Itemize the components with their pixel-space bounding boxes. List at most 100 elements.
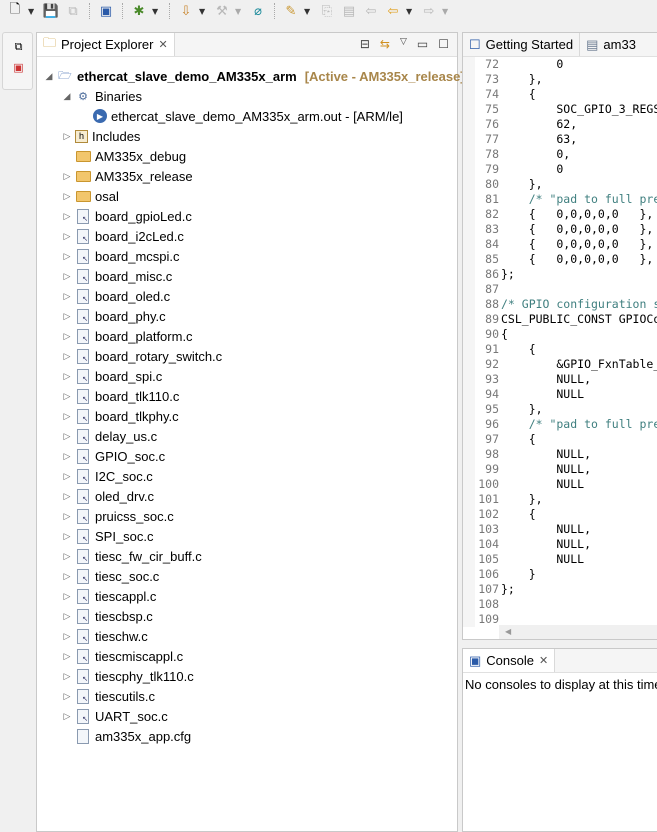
tree-item[interactable]: ▷ ↖ board_tlkphy.c	[61, 406, 179, 426]
collapsed-arrow-icon[interactable]: ▷	[61, 231, 73, 242]
run-icon[interactable]: ✎	[282, 2, 300, 20]
forward-icon[interactable]: ⇨	[420, 2, 438, 20]
close-icon[interactable]: ✕	[539, 654, 548, 667]
build-icon[interactable]: ⚒	[213, 2, 231, 20]
view-menu-icon[interactable]: ▽	[400, 37, 407, 51]
code-editor[interactable]: 72 0 73 }, 74 {75 SOC_GPIO_3_REGS_ 76 62, 77…	[463, 57, 657, 627]
tree-item[interactable]: ▷ ↖ board_gpioLed.c	[61, 206, 192, 226]
tree-item[interactable]: ◢ 🗁 ethercat_slave_demo_AM335x_arm [Active …	[43, 66, 465, 86]
tree-item[interactable]: ▶ ethercat_slave_demo_AM335x_arm.out - [A…	[79, 106, 403, 126]
tree-item[interactable]: ▷ h Includes	[61, 126, 141, 146]
save-icon[interactable]: 💾	[42, 2, 60, 20]
tab-project-explorer[interactable]: 🗀 Project Explorer ✕	[37, 33, 175, 56]
forward-dropdown[interactable]: ▼	[442, 7, 452, 16]
tree-item[interactable]: ▷ ↖ delay_us.c	[61, 426, 157, 446]
tab-console[interactable]: ▣ Console ✕	[463, 649, 556, 672]
tree-item[interactable]: ▷ osal	[61, 186, 119, 206]
tree-item[interactable]: ▷ ↖ tiescutils.c	[61, 686, 155, 706]
tree-item[interactable]: ▷ ↖ tiescmiscappl.c	[61, 646, 183, 666]
link-with-editor-icon[interactable]: ⇆	[380, 37, 390, 51]
collapsed-arrow-icon[interactable]: ▷	[61, 671, 73, 682]
collapsed-arrow-icon[interactable]: ▷	[61, 571, 73, 582]
collapsed-arrow-icon[interactable]: ▷	[61, 591, 73, 602]
restore-icon[interactable]: ⧉	[3, 37, 34, 57]
build-config-icon[interactable]: ⇩	[177, 2, 195, 20]
history-icon[interactable]: ⎘	[318, 2, 336, 20]
save-all-icon[interactable]: ⧉	[64, 2, 82, 20]
tree-item[interactable]: ▷ ↖ board_rotary_switch.c	[61, 346, 222, 366]
tree-item[interactable]: ▷ ↖ tieschw.c	[61, 626, 148, 646]
tree-item[interactable]: ▷ ↖ I2C_soc.c	[61, 466, 153, 486]
collapsed-arrow-icon[interactable]: ▷	[61, 171, 73, 182]
debug-icon[interactable]: ✱	[130, 2, 148, 20]
tree-item[interactable]: ▷ ↖ UART_soc.c	[61, 706, 168, 726]
tree-item[interactable]: ▷ ↖ board_tlk110.c	[61, 386, 179, 406]
collapsed-arrow-icon[interactable]: ▷	[61, 631, 73, 642]
tree-item[interactable]: ▷ ↖ board_misc.c	[61, 266, 172, 286]
collapsed-arrow-icon[interactable]: ▷	[61, 211, 73, 222]
collapsed-arrow-icon[interactable]: ▷	[61, 711, 73, 722]
back-dropdown[interactable]: ▼	[406, 7, 416, 16]
tree-item[interactable]: ▷ ↖ tiescappl.c	[61, 586, 156, 606]
tree-item[interactable]: am335x_app.cfg	[61, 726, 191, 746]
collapsed-arrow-icon[interactable]: ▷	[61, 431, 73, 442]
collapsed-arrow-icon[interactable]: ▷	[61, 511, 73, 522]
tree-item[interactable]: ▷ ↖ pruicss_soc.c	[61, 506, 174, 526]
collapsed-arrow-icon[interactable]: ▷	[61, 491, 73, 502]
horizontal-scrollbar[interactable]: ◀	[499, 625, 657, 639]
collapsed-arrow-icon[interactable]: ▷	[61, 131, 73, 142]
tree-item[interactable]: ▷ ↖ tiesc_soc.c	[61, 566, 159, 586]
collapsed-arrow-icon[interactable]: ▷	[61, 651, 73, 662]
collapsed-arrow-icon[interactable]: ▷	[61, 611, 73, 622]
build-config-dropdown[interactable]: ▼	[199, 7, 209, 16]
collapsed-arrow-icon[interactable]: ▷	[61, 551, 73, 562]
back-icon[interactable]: ⇦	[384, 2, 402, 20]
collapsed-arrow-icon[interactable]: ▷	[61, 251, 73, 262]
terminal-icon[interactable]: ▣	[97, 2, 115, 20]
tree-item[interactable]: ▷ ↖ board_oled.c	[61, 286, 170, 306]
tree-item[interactable]: ▷ ↖ tiesc_fw_cir_buff.c	[61, 546, 202, 566]
close-icon[interactable]: ✕	[159, 38, 168, 51]
tree-item[interactable]: ▷ ↖ board_phy.c	[61, 306, 166, 326]
collapsed-arrow-icon[interactable]: ▷	[61, 331, 73, 342]
expanded-arrow-icon[interactable]: ◢	[43, 71, 55, 82]
collapsed-arrow-icon[interactable]: ▷	[61, 451, 73, 462]
collapsed-arrow-icon[interactable]: ▷	[61, 411, 73, 422]
collapsed-arrow-icon[interactable]: ▷	[61, 351, 73, 362]
run-dropdown[interactable]: ▼	[304, 7, 314, 16]
outline-view-icon[interactable]: ▣	[3, 57, 34, 77]
collapsed-arrow-icon[interactable]: ▷	[61, 371, 73, 382]
collapsed-arrow-icon[interactable]: ▷	[61, 311, 73, 322]
tree-item[interactable]: AM335x_debug	[61, 146, 186, 166]
collapsed-arrow-icon[interactable]: ▷	[61, 391, 73, 402]
tree-item[interactable]: ▷ AM335x_release	[61, 166, 193, 186]
build-dropdown[interactable]: ▼	[235, 7, 245, 16]
collapsed-arrow-icon[interactable]: ▷	[61, 191, 73, 202]
tree-item[interactable]: ▷ ↖ tiescbsp.c	[61, 606, 153, 626]
tree-item[interactable]: ▷ ↖ board_spi.c	[61, 366, 162, 386]
tree-item[interactable]: ▷ ↖ tiescphy_tlk110.c	[61, 666, 194, 686]
collapsed-arrow-icon[interactable]: ▷	[61, 271, 73, 282]
debug-dropdown[interactable]: ▼	[152, 7, 162, 16]
tree-item[interactable]: ▷ ↖ SPI_soc.c	[61, 526, 154, 546]
new-icon[interactable]: 🗋	[6, 2, 24, 20]
tree-item[interactable]: ▷ ↖ board_mcspi.c	[61, 246, 180, 266]
doc-icon[interactable]: ▤	[340, 2, 358, 20]
tab-am335x-file[interactable]: ▤ am33	[580, 33, 642, 56]
search-icon[interactable]: ⌀	[249, 2, 267, 20]
tab-getting-started[interactable]: ☐ Getting Started	[463, 33, 581, 56]
collapsed-arrow-icon[interactable]: ▷	[61, 291, 73, 302]
tree-item[interactable]: ▷ ↖ board_i2cLed.c	[61, 226, 184, 246]
expanded-arrow-icon[interactable]: ◢	[61, 91, 73, 102]
new-dropdown[interactable]: ▼	[28, 7, 38, 16]
collapse-all-icon[interactable]: ⊟	[360, 37, 370, 51]
tree-item[interactable]: ◢ ⚙ Binaries	[61, 86, 142, 106]
pin-icon[interactable]: ⇦	[362, 2, 380, 20]
collapsed-arrow-icon[interactable]: ▷	[61, 691, 73, 702]
maximize-icon[interactable]: ☐	[438, 37, 449, 51]
tree-item[interactable]: ▷ ↖ board_platform.c	[61, 326, 193, 346]
tree-item[interactable]: ▷ ↖ GPIO_soc.c	[61, 446, 165, 466]
collapsed-arrow-icon[interactable]: ▷	[61, 531, 73, 542]
tree-item[interactable]: ▷ ↖ oled_drv.c	[61, 486, 154, 506]
minimize-icon[interactable]: ▭	[417, 37, 428, 51]
